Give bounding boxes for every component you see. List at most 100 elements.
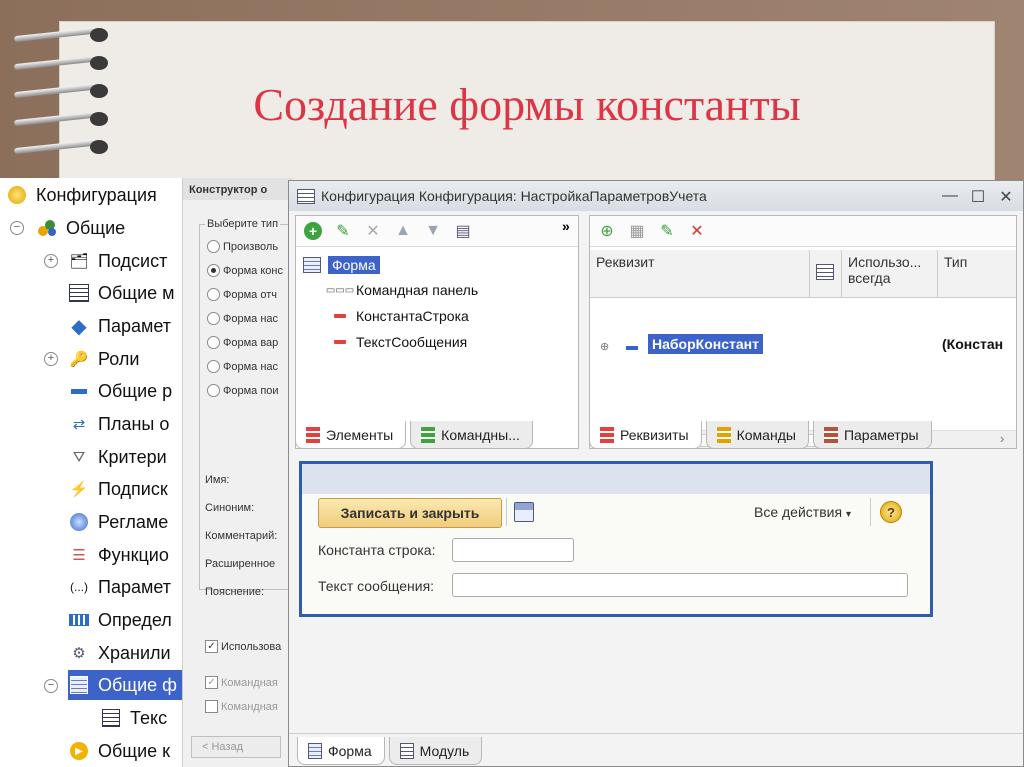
tab-commands[interactable]: Командны... [410, 421, 533, 449]
tab-commands-right[interactable]: Команды [705, 421, 809, 449]
command-bar-checkbox-2[interactable]: Командная [205, 700, 278, 713]
requisite-row-type: (Констан [942, 336, 1004, 352]
filter-icon: ⛛ [72, 448, 86, 466]
column-header-use-always[interactable]: Использо... всегда [842, 250, 938, 298]
scroll-right-icon[interactable]: › [1000, 431, 1004, 446]
edit-icon[interactable]: ✎ [654, 219, 680, 243]
constructor-title: Конструктор о [183, 178, 293, 200]
collapse-icon[interactable]: − [10, 221, 24, 235]
element-node-form[interactable]: Форма [302, 256, 380, 274]
element-node-constant-string[interactable]: КонстантаСтрока [330, 308, 469, 324]
configuration-tree[interactable]: Конфигурация − Общие + 🗂 Подсист Общие м… [0, 178, 182, 767]
radio-report-form[interactable]: Форма отч [207, 288, 277, 301]
tree-item-settings-storages[interactable]: ⚙ Хранили [68, 638, 170, 668]
minimize-button[interactable]: — [941, 187, 959, 205]
back-button[interactable]: < Назад [191, 736, 281, 758]
tree-item-scheduled-jobs[interactable]: Регламе [68, 507, 168, 537]
bottom-tabs: Форма Модуль [297, 733, 486, 765]
radio-variant-form[interactable]: Форма вар [207, 336, 278, 349]
tree-item-common-modules[interactable]: Общие м [68, 278, 175, 308]
form-type-group-label: Выберите тип [205, 218, 281, 230]
form-icon [302, 257, 322, 273]
requisite-row-name[interactable]: НаборКонстант [648, 334, 763, 354]
tab-form[interactable]: Форма [297, 737, 385, 765]
module-icon [68, 282, 90, 304]
requisites-icon [600, 426, 614, 443]
tab-requisites[interactable]: Реквизиты [589, 421, 702, 449]
constant-string-label: Константа строка: [318, 542, 436, 558]
tree-item-fo-params[interactable]: (...) Парамет [68, 572, 171, 602]
element-node-command-bar[interactable]: ▭▭▭ Командная панель [326, 282, 478, 298]
tree-item-common-forms[interactable]: Общие ф [68, 670, 182, 700]
add-column-icon[interactable]: ▦ [624, 219, 650, 243]
requisites-toolbar: ⊕ ▦ ✎ ✕ [590, 216, 1016, 247]
column-header-requisite[interactable]: Реквизит [590, 250, 810, 298]
message-text-input[interactable] [452, 573, 908, 597]
collapse-icon[interactable]: − [44, 679, 58, 693]
synonym-label: Синоним: [205, 502, 255, 514]
radio-constants-form[interactable]: Форма конс [207, 264, 283, 277]
delete-icon[interactable]: ✕ [360, 219, 386, 243]
tab-elements[interactable]: Элементы [295, 421, 407, 449]
expand-icon[interactable]: + [44, 352, 58, 366]
add-requisite-icon[interactable]: ⊕ [594, 219, 620, 243]
tab-module[interactable]: Модуль [388, 737, 483, 765]
tree-item-defined-types[interactable]: Определ [68, 605, 172, 635]
tree-item-filter-criteria[interactable]: ⛛ Критери [68, 442, 167, 472]
radio-settings-form-2[interactable]: Форма нас [207, 360, 278, 373]
tree-item-exchange-plans[interactable]: ⇄ Планы о [68, 409, 170, 439]
key-icon: 🔑 [69, 351, 89, 368]
tree-item-form-child[interactable]: Текс [100, 703, 167, 733]
use-checkbox[interactable]: ✓ Использова [205, 640, 281, 653]
tree-item-session-params[interactable]: ◆ Парамет [68, 311, 171, 341]
help-icon[interactable]: ? [880, 501, 902, 523]
storage-icon: ⚙ [72, 645, 86, 662]
requisites-pane: ⊕ ▦ ✎ ✕ Реквизит Использо... всегда Тип … [589, 215, 1017, 449]
parentheses-icon: (...) [70, 580, 88, 594]
radio-search-form[interactable]: Форма пои [207, 384, 279, 397]
properties-icon[interactable]: ▤ [450, 219, 476, 243]
more-button[interactable]: » [562, 218, 570, 234]
window-title: Конфигурация Конфигурация: НастройкаПара… [321, 188, 707, 204]
expand-icon[interactable]: + [44, 254, 58, 268]
requisites-tabs: Реквизиты Команды Параметры [589, 417, 936, 449]
attribute-icon [68, 380, 90, 402]
maximize-button[interactable]: ☐ [969, 187, 987, 207]
tree-item-event-subscriptions[interactable]: ⚡ Подписк [68, 474, 168, 504]
all-actions-menu[interactable]: Все действия ▾ [754, 504, 851, 520]
elements-pane: + ✎ ✕ ▲ ▼ ▤ » Форма ▭▭▭ Командная панель… [295, 215, 579, 449]
move-up-icon[interactable]: ▲ [390, 219, 416, 243]
move-down-icon[interactable]: ▼ [420, 219, 446, 243]
tree-item-functional-options[interactable]: ☰ Функцио [68, 540, 169, 570]
tree-item-common-commands[interactable]: ▶ Общие к [68, 736, 170, 766]
tree-item-roles[interactable]: 🔑 Роли [68, 344, 140, 374]
add-icon[interactable]: + [300, 219, 326, 243]
extended-label: Расширенное [205, 558, 276, 570]
table-icon [816, 264, 834, 280]
divider [506, 498, 507, 526]
commands-icon [716, 426, 731, 443]
save-icon[interactable] [514, 502, 534, 522]
tree-item-subsystems[interactable]: 🗂 Подсист [68, 246, 167, 276]
command-bar-checkbox-1[interactable]: ✓ Командная [205, 676, 278, 689]
comment-label: Комментарий: [205, 530, 278, 542]
radio-arbitrary[interactable]: Произволь [207, 240, 278, 253]
tab-parameters[interactable]: Параметры [812, 421, 932, 449]
tree-item-general[interactable]: Общие [36, 213, 125, 243]
field-icon [330, 314, 350, 318]
tree-item-common-attributes[interactable]: Общие р [68, 376, 172, 406]
delete-icon[interactable]: ✕ [684, 219, 710, 243]
constant-string-input[interactable] [452, 538, 574, 562]
save-and-close-button[interactable]: Записать и закрыть [318, 498, 502, 528]
column-header-type[interactable]: Тип [938, 250, 1016, 298]
exchange-plans-icon: ⇄ [72, 416, 86, 433]
expand-icon[interactable]: ⊕ [600, 340, 609, 353]
radio-settings-form[interactable]: Форма нас [207, 312, 278, 325]
form-icon [100, 707, 122, 729]
element-node-message-text[interactable]: ТекстСообщения [330, 334, 467, 350]
clock-icon [68, 511, 90, 533]
tree-item-configuration[interactable]: Конфигурация [6, 180, 157, 210]
close-button[interactable]: ✕ [997, 187, 1015, 207]
column-header-icon[interactable] [810, 250, 842, 298]
edit-icon[interactable]: ✎ [330, 219, 356, 243]
